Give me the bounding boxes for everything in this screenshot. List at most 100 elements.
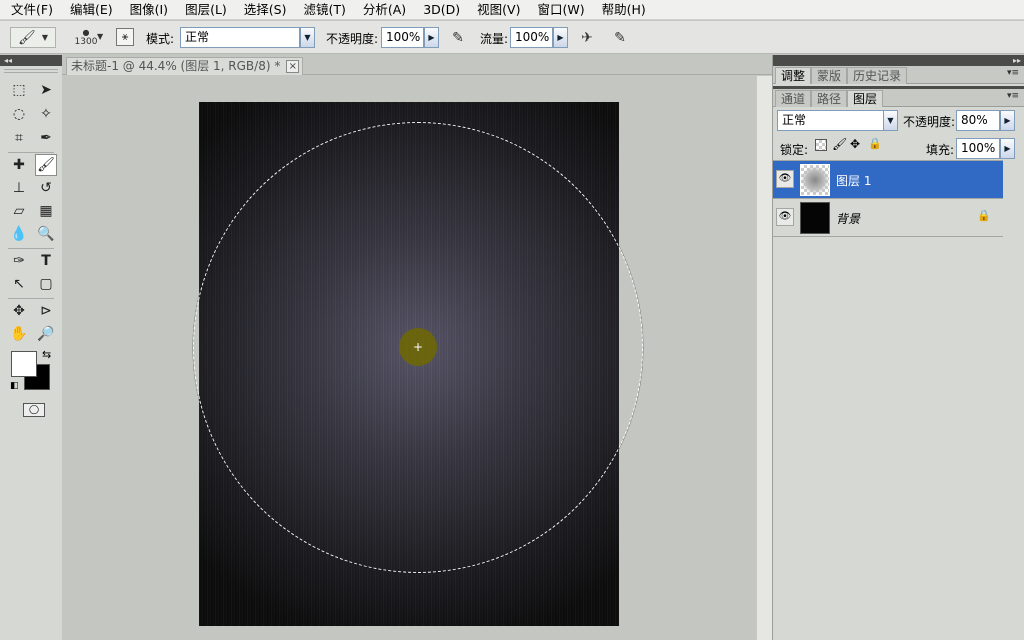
dodge-tool-icon[interactable]: 🔍 bbox=[35, 223, 57, 245]
menu-view[interactable]: 视图(V) bbox=[466, 0, 526, 20]
layer-opacity-label: 不透明度: bbox=[903, 115, 956, 129]
flow-slider-icon[interactable]: ▶ bbox=[553, 27, 568, 48]
toolbox: ◂◂ ⬚ ➤ ◌ ✧ ⌗ ✒ ✚ 🖌 ⊥ ↺ ▱ ▦ 💧 🔍 ✑ T ↖ ▢ ✥… bbox=[0, 55, 62, 640]
toolbox-grip[interactable] bbox=[4, 69, 58, 73]
mode-select[interactable]: 正常 bbox=[180, 27, 300, 48]
type-tool-icon[interactable]: T bbox=[35, 250, 57, 272]
layer-row-background[interactable]: 👁 背景 🔒 bbox=[773, 199, 1003, 237]
lasso-tool-icon[interactable]: ◌ bbox=[8, 103, 30, 125]
menu-select[interactable]: 选择(S) bbox=[233, 0, 293, 20]
airbrush-icon[interactable]: ✈ bbox=[577, 28, 597, 48]
menu-layer[interactable]: 图层(L) bbox=[174, 0, 233, 20]
visibility-eye-icon[interactable]: 👁 bbox=[776, 170, 794, 188]
lock-pixels-icon[interactable]: 🖌 bbox=[832, 137, 847, 151]
crosshair-icon: + bbox=[413, 340, 424, 354]
layer-name[interactable]: 背景 bbox=[836, 210, 860, 227]
flow-label: 流量: bbox=[480, 32, 509, 46]
eraser-tool-icon[interactable]: ▱ bbox=[8, 200, 30, 222]
3d-orbit-tool-icon[interactable]: ⊳ bbox=[35, 300, 57, 322]
expand-panels-icon[interactable]: ▸▸ bbox=[1013, 55, 1021, 66]
opacity-slider-icon[interactable]: ▶ bbox=[424, 27, 439, 48]
opacity-label: 不透明度: bbox=[326, 32, 379, 46]
document-tab[interactable]: 未标题-1 @ 44.4% (图层 1, RGB/8) * × bbox=[66, 57, 304, 75]
panel-menu-icon[interactable]: ▾≡ bbox=[1007, 91, 1019, 101]
panel-dock-strip: ▸▸ bbox=[773, 55, 1024, 66]
3d-rotate-tool-icon[interactable]: ✥ bbox=[8, 300, 30, 322]
panel-menu-icon[interactable]: ▾≡ bbox=[1007, 68, 1019, 78]
shape-tool-icon[interactable]: ▢ bbox=[35, 273, 57, 295]
path-selection-tool-icon[interactable]: ↖ bbox=[8, 273, 30, 295]
menu-analysis[interactable]: 分析(A) bbox=[352, 0, 412, 20]
visibility-eye-icon[interactable]: 👁 bbox=[776, 208, 794, 226]
blend-mode-dropdown-icon[interactable]: ▼ bbox=[883, 110, 898, 131]
chevron-down-icon: ▼ bbox=[41, 33, 48, 42]
toolbox-collapse-icon[interactable]: ◂◂ bbox=[0, 55, 62, 66]
foreground-color-swatch[interactable] bbox=[11, 351, 37, 377]
layer-opacity-input[interactable]: 80% bbox=[956, 110, 1000, 131]
fill-label: 填充: bbox=[926, 143, 955, 157]
fill-slider-icon[interactable]: ▶ bbox=[1000, 138, 1015, 159]
magic-wand-tool-icon[interactable]: ✧ bbox=[35, 103, 57, 125]
menu-help[interactable]: 帮助(H) bbox=[591, 0, 652, 20]
menu-edit[interactable]: 编辑(E) bbox=[59, 0, 119, 20]
healing-brush-tool-icon[interactable]: ✚ bbox=[8, 154, 30, 176]
options-bar: 🖌 ▼ ● 1300 ▼ ⚹ 模式: 正常 ▼ 不透明度: 100% ▶ ✎ 流… bbox=[0, 21, 1024, 54]
mode-dropdown-icon[interactable]: ▼ bbox=[300, 27, 315, 48]
layer-name[interactable]: 图层 1 bbox=[836, 172, 871, 189]
lock-position-icon[interactable]: ✥ bbox=[850, 137, 860, 151]
tab-masks[interactable]: 蒙版 bbox=[811, 67, 848, 84]
brush-size-label: 1300 bbox=[74, 36, 98, 47]
opacity-input[interactable]: 100% bbox=[381, 27, 424, 48]
tab-channels[interactable]: 通道 bbox=[775, 90, 812, 107]
blend-mode-select[interactable]: 正常 bbox=[777, 110, 887, 131]
adjustments-panel-tabs: 调整 蒙版 历史记录 ▾≡ bbox=[773, 66, 1024, 84]
tool-preset-picker[interactable]: 🖌 ▼ bbox=[10, 27, 56, 48]
fill-input[interactable]: 100% bbox=[956, 138, 1000, 159]
pressure-opacity-icon[interactable]: ✎ bbox=[448, 28, 468, 48]
tab-history[interactable]: 历史记录 bbox=[847, 67, 908, 84]
brush-tool-icon[interactable]: 🖌 bbox=[35, 154, 57, 176]
marquee-tool-icon[interactable]: ⬚ bbox=[8, 79, 30, 101]
zoom-tool-icon[interactable]: 🔎 bbox=[35, 323, 57, 345]
tab-layers[interactable]: 图层 bbox=[847, 90, 884, 107]
history-brush-tool-icon[interactable]: ↺ bbox=[35, 177, 57, 199]
lock-transparency-icon[interactable] bbox=[815, 139, 827, 151]
crop-tool-icon[interactable]: ⌗ bbox=[8, 127, 30, 149]
hand-tool-icon[interactable]: ✋ bbox=[8, 323, 30, 345]
layer-row-layer1[interactable]: 👁 图层 1 bbox=[773, 161, 1003, 199]
menu-window[interactable]: 窗口(W) bbox=[526, 0, 590, 20]
chevron-down-icon[interactable]: ▼ bbox=[97, 32, 103, 41]
tab-adjustments[interactable]: 调整 bbox=[775, 67, 812, 84]
brush-icon: 🖌 bbox=[18, 29, 36, 46]
layers-list: 👁 图层 1 👁 背景 🔒 bbox=[773, 160, 1003, 640]
layer-thumbnail bbox=[800, 202, 830, 234]
gradient-tool-icon[interactable]: ▦ bbox=[35, 200, 57, 222]
layers-panel-tabs: 通道 路径 图层 ▾≡ bbox=[773, 89, 1024, 107]
brush-panel-toggle-icon[interactable]: ⚹ bbox=[116, 28, 134, 46]
blur-tool-icon[interactable]: 💧 bbox=[8, 223, 30, 245]
lock-icon: 🔒 bbox=[977, 209, 991, 222]
default-colors-icon[interactable]: ◧ bbox=[10, 381, 19, 391]
menu-3d[interactable]: 3D(D) bbox=[412, 0, 466, 20]
lock-all-icon[interactable]: 🔒 bbox=[868, 137, 882, 150]
tool-separator bbox=[8, 248, 54, 249]
layer-opacity-slider-icon[interactable]: ▶ bbox=[1000, 110, 1015, 131]
pen-tool-icon[interactable]: ✑ bbox=[8, 250, 30, 272]
swap-colors-icon[interactable]: ⇆ bbox=[42, 348, 51, 361]
document-tab-title: 未标题-1 @ 44.4% (图层 1, RGB/8) * bbox=[71, 59, 281, 73]
menu-filter[interactable]: 滤镜(T) bbox=[292, 0, 351, 20]
flow-input[interactable]: 100% bbox=[510, 27, 553, 48]
brush-tip-icon: ● bbox=[82, 27, 90, 37]
tool-separator bbox=[8, 152, 54, 153]
right-panel-dock: ▸▸ 调整 蒙版 历史记录 ▾≡ 通道 路径 图层 ▾≡ 正常 ▼ 不透明度: … bbox=[772, 55, 1024, 640]
vertical-scrollbar[interactable] bbox=[756, 76, 772, 640]
quick-mask-icon[interactable]: ◯ bbox=[23, 403, 45, 417]
eyedropper-tool-icon[interactable]: ✒ bbox=[35, 127, 57, 149]
pressure-size-icon[interactable]: ✎ bbox=[610, 28, 630, 48]
menu-file[interactable]: 文件(F) bbox=[0, 0, 59, 20]
clone-stamp-tool-icon[interactable]: ⊥ bbox=[8, 177, 30, 199]
close-icon[interactable]: × bbox=[286, 60, 300, 73]
menu-image[interactable]: 图像(I) bbox=[119, 0, 174, 20]
move-tool-icon[interactable]: ➤ bbox=[35, 79, 57, 101]
tab-paths[interactable]: 路径 bbox=[811, 90, 848, 107]
